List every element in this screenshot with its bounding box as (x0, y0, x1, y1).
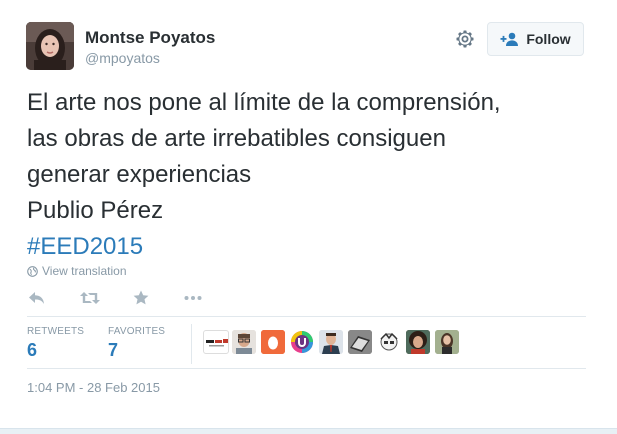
tweet-text-line: generar experiencias (27, 161, 252, 188)
globe-icon (27, 265, 38, 277)
follow-button[interactable]: Follow (487, 22, 584, 56)
reply-icon[interactable] (27, 288, 47, 308)
tweet-timestamp[interactable]: 1:04 PM - 28 Feb 2015 (27, 380, 160, 395)
curly-hair-avatar[interactable] (406, 330, 430, 354)
favorite-star-icon[interactable] (131, 288, 151, 308)
divider (27, 368, 586, 369)
bottom-bar (0, 428, 617, 434)
laptop-avatar[interactable] (348, 330, 372, 354)
favorites-label: FAVORITES (108, 326, 166, 337)
u-logo-avatar[interactable] (290, 330, 314, 354)
favorites-count[interactable]: 7 (108, 340, 118, 361)
divider (27, 316, 586, 317)
man-glasses-avatar[interactable] (232, 330, 256, 354)
user-name[interactable]: Montse Poyatos (85, 28, 215, 48)
woman-avatar[interactable] (435, 330, 459, 354)
tweet-text-line: El arte nos pone al límite de la compren… (27, 89, 501, 116)
more-icon[interactable] (183, 288, 203, 308)
stats-separator (191, 324, 192, 364)
man-suit-avatar[interactable] (319, 330, 343, 354)
eed-logo-avatar[interactable] (203, 330, 229, 354)
retweets-count[interactable]: 6 (27, 340, 37, 361)
user-handle[interactable]: @mpoyatos (85, 50, 160, 66)
egg-avatar[interactable] (261, 330, 285, 354)
retweets-label: RETWEETS (27, 326, 85, 337)
follow-button-label: Follow (526, 31, 571, 47)
avatar[interactable] (26, 22, 74, 70)
view-translation-link[interactable]: View translation (27, 264, 127, 278)
cartoon-avatar[interactable] (377, 330, 401, 354)
gear-icon[interactable] (455, 29, 475, 49)
add-user-icon (500, 32, 520, 46)
tweet-card: Montse Poyatos @mpoyatos Follow El arte … (0, 0, 617, 434)
retweet-icon[interactable] (79, 288, 100, 308)
view-translation-label: View translation (42, 264, 127, 278)
tweet-text-line: Publio Pérez (27, 197, 164, 224)
hashtag-link[interactable]: #EED2015 (27, 229, 607, 265)
tweet-text: El arte nos pone al límite de la compren… (27, 85, 607, 265)
tweet-text-line: las obras de arte irrebatibles consiguen (27, 125, 446, 152)
avatar-image (26, 22, 74, 70)
